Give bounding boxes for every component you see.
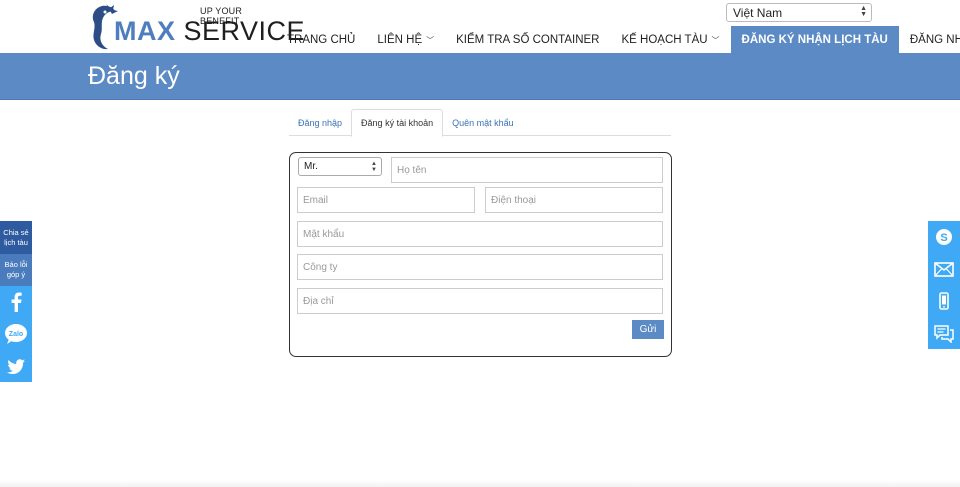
register-form: Mr. ▲ ▼ Họ tên Email Điện thoại Mật khẩu … <box>289 152 672 357</box>
submit-button[interactable]: Gửi <box>632 320 664 339</box>
chat-icon <box>934 324 954 343</box>
facebook-share-button[interactable] <box>0 286 32 318</box>
auth-tabs: Đăng nhập Đăng ký tài khoản Quên mật khẩ… <box>289 109 671 137</box>
language-select[interactable]: Việt Nam ▲ ▼ <box>726 3 872 22</box>
salutation-select[interactable]: Mr. ▲ ▼ <box>298 157 382 176</box>
report-error-button[interactable]: Báo lỗi góp ý <box>0 254 32 286</box>
select-arrows-icon: ▲ ▼ <box>371 161 377 173</box>
nav-item-contact[interactable]: LIÊN HỆ ﹀ <box>366 26 445 54</box>
logo-max-text: MAX <box>114 16 176 46</box>
email-contact-button[interactable] <box>928 253 960 285</box>
tab-forgot-password[interactable]: Quên mật khẩu <box>443 109 523 136</box>
contact-sidebar: S <box>928 221 960 349</box>
nav-item-container-check[interactable]: KIỂM TRA SỐ CONTAINER <box>445 26 610 54</box>
chat-contact-button[interactable] <box>928 317 960 349</box>
page-banner: Đăng ký <box>0 53 960 100</box>
site-header: UP YOUR BENEFIT MAX SERVICE Việt Nam ▲ ▼ … <box>0 0 960 54</box>
share-schedule-button[interactable]: Chia sẻ lịch tàu <box>0 221 32 254</box>
facebook-icon <box>11 292 22 312</box>
chevron-down-icon: ﹀ <box>426 35 435 45</box>
twitter-share-button[interactable] <box>0 350 32 382</box>
share-sidebar: Chia sẻ lịch tàu Báo lỗi góp ý Zalo <box>0 221 32 382</box>
skype-button[interactable]: S <box>928 221 960 253</box>
zalo-icon: Zalo <box>5 324 27 344</box>
language-select-value: Việt Nam <box>733 6 783 20</box>
mail-icon <box>934 261 954 277</box>
email-input[interactable]: Email <box>297 187 475 213</box>
address-input[interactable]: Địa chỉ <box>297 288 663 314</box>
nav-item-login[interactable]: ĐĂNG NHẬP <box>899 26 960 54</box>
phone-contact-button[interactable] <box>928 285 960 317</box>
nav-item-register-schedule[interactable]: ĐĂNG KÝ NHẬN LỊCH TÀU <box>730 26 899 54</box>
page-title: Đăng ký <box>88 62 180 90</box>
svg-text:S: S <box>940 232 947 244</box>
skype-icon: S <box>936 229 952 245</box>
chevron-down-icon: ﹀ <box>711 35 720 45</box>
twitter-icon <box>7 358 25 374</box>
site-logo[interactable]: UP YOUR BENEFIT MAX SERVICE <box>88 2 305 52</box>
password-input[interactable]: Mật khẩu <box>297 221 663 247</box>
main-nav: TRANG CHỦ LIÊN HỆ ﹀ KIỂM TRA SỐ CONTAINER… <box>276 26 960 54</box>
nav-item-ship-schedule[interactable]: KẾ HOẠCH TÀU ﹀ <box>610 26 730 54</box>
nav-item-home[interactable]: TRANG CHỦ <box>276 26 366 54</box>
salutation-value: Mr. <box>304 161 318 172</box>
name-input[interactable]: Họ tên <box>391 157 663 183</box>
company-input[interactable]: Công ty <box>297 254 663 280</box>
tab-login[interactable]: Đăng nhập <box>289 109 351 136</box>
footer-shade <box>0 480 960 487</box>
zalo-share-button[interactable]: Zalo <box>0 318 32 350</box>
tab-register[interactable]: Đăng ký tài khoản <box>351 109 444 137</box>
mobile-phone-icon <box>939 292 949 310</box>
svg-text:Zalo: Zalo <box>9 331 23 338</box>
select-arrows-icon: ▲ ▼ <box>860 5 867 18</box>
phone-input[interactable]: Điện thoại <box>485 187 663 213</box>
